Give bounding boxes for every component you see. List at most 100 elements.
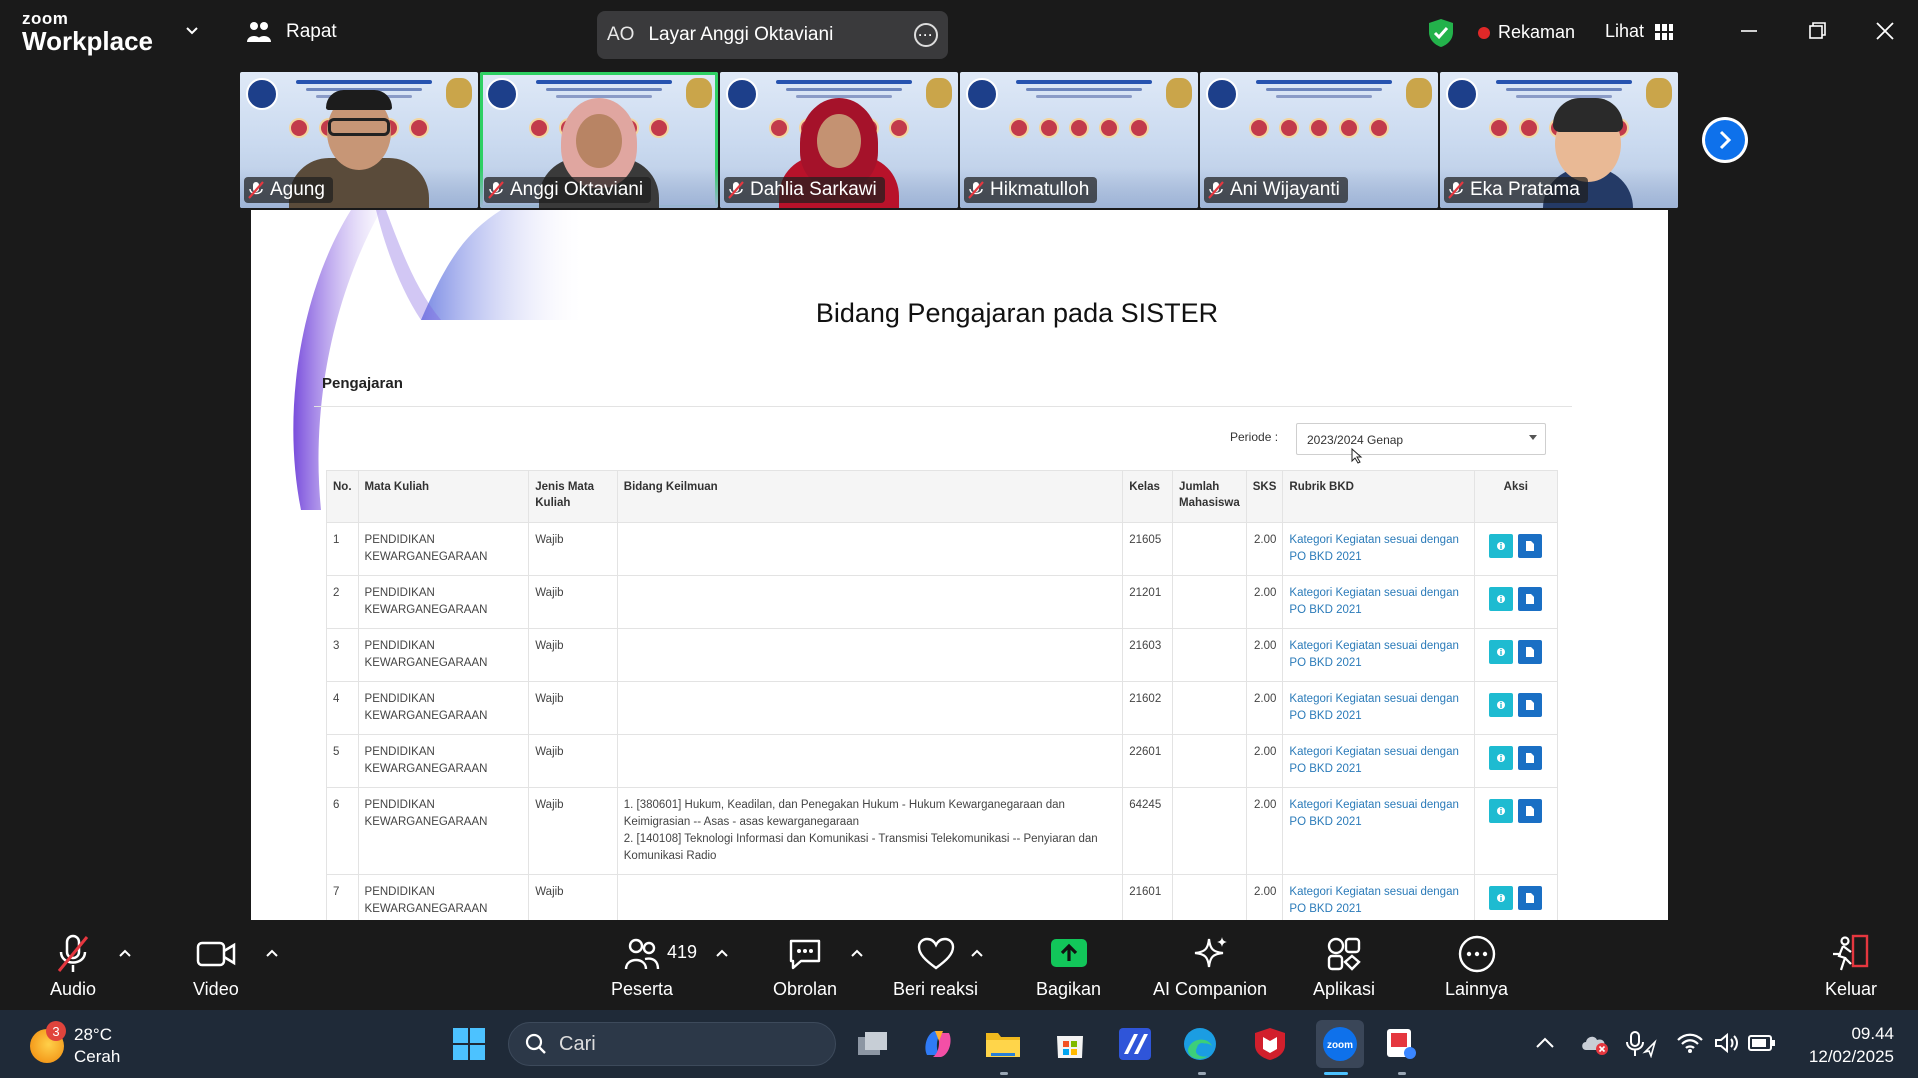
leave-button[interactable]: Keluar [1825,934,1877,1000]
more-options-icon[interactable]: ··· [914,23,938,47]
show-hidden-icons-chevron-icon[interactable] [1535,1036,1555,1050]
ai-companion-button[interactable]: AI Companion [1153,934,1267,1000]
meeting-info-button[interactable]: Rapat [246,20,337,44]
cell-rubrik[interactable]: Kategori Kegiatan sesuai dengan PO BKD 2… [1282,681,1475,735]
participants-icon [624,938,660,970]
cell-rubrik[interactable]: Kategori Kegiatan sesuai dengan PO BKD 2… [1282,628,1475,682]
cell-rubrik[interactable]: Kategori Kegiatan sesuai dengan PO BKD 2… [1282,734,1475,788]
microphone-location-icon[interactable] [1625,1030,1657,1058]
audio-button[interactable]: Audio [50,934,96,1000]
cell-jenis: Wajib [528,787,618,875]
react-button[interactable]: Beri reaksi [893,934,978,1000]
minimize-icon[interactable] [1734,16,1764,46]
zoom-logo[interactable]: zoom Workplace [22,10,153,54]
document-button[interactable] [1518,693,1543,717]
cell-rubrik[interactable]: Kategori Kegiatan sesuai dengan PO BKD 2… [1282,787,1475,875]
recording-dot-icon [1478,26,1490,39]
cell-rubrik[interactable]: Kategori Kegiatan sesuai dengan PO BKD 2… [1282,874,1475,920]
view-button[interactable]: Lihat [1605,21,1674,42]
participant-tile[interactable]: Dahlia Sarkawi [720,72,958,208]
folder-icon [986,1033,1020,1057]
detail-button[interactable] [1489,534,1514,558]
grid-view-icon [1655,23,1674,40]
close-icon[interactable] [1870,16,1900,46]
document-button[interactable] [1518,799,1543,823]
system-clock[interactable]: 09.44 12/02/2025 [1809,1022,1894,1068]
zoom-app-active[interactable]: zoom [1316,1020,1364,1068]
participant-tile-active[interactable]: Anggi Oktaviani [480,72,718,208]
cell-rubrik[interactable]: Kategori Kegiatan sesuai dengan PO BKD 2… [1282,575,1475,629]
periode-select[interactable]: 2023/2024 Genap [1296,423,1546,455]
table-row: 4 PENDIDIKAN KEWARGANEGARAAN Wajib 21602 2.0… [326,681,1559,735]
cell-aksi [1473,628,1559,682]
table-row: 3 PENDIDIKAN KEWARGANEGARAAN Wajib 21603 2.0… [326,628,1559,682]
participant-tile[interactable]: Eka Pratama [1440,72,1678,208]
share-button[interactable]: Bagikan [1036,934,1101,1000]
mcafee-app[interactable] [1250,1024,1290,1064]
participant-tile[interactable]: Hikmatulloh [960,72,1198,208]
decorative-swirl [293,210,581,510]
detail-button[interactable] [1489,693,1514,717]
detail-button[interactable] [1489,640,1514,664]
recording-indicator[interactable]: Rekaman [1478,22,1575,43]
video-options-chevron-icon[interactable] [266,948,278,958]
restore-icon[interactable] [1802,16,1832,46]
participant-strip: Agung Anggi Oktaviani Dahlia Sarkawi Hik… [240,72,1680,208]
copilot-app[interactable] [918,1024,958,1064]
document-button[interactable] [1518,886,1543,910]
document-button[interactable] [1518,640,1543,664]
participants-options-chevron-icon[interactable] [716,948,728,958]
cell-sks: 2.00 [1245,628,1284,682]
document-button[interactable] [1518,746,1543,770]
zoom-icon: zoom [1323,1027,1357,1061]
task-view-button[interactable] [853,1024,893,1064]
onedrive-error-icon[interactable] [1580,1032,1610,1056]
info-icon [1497,542,1506,550]
file-explorer-app[interactable] [983,1024,1023,1064]
weather-widget[interactable]: 3 28°C Cerah [30,1021,120,1068]
pinned-app[interactable] [1115,1024,1155,1064]
participant-name-tag: Anggi Oktaviani [484,177,652,203]
detail-button[interactable] [1489,886,1514,910]
edge-browser[interactable] [1180,1024,1220,1064]
screen-share-indicator[interactable]: AO Layar Anggi Oktaviani ··· [597,11,948,59]
taskbar-search[interactable]: Cari [508,1022,836,1066]
volume-icon[interactable] [1714,1032,1740,1054]
encryption-shield-icon[interactable] [1428,18,1454,48]
cell-mata-kuliah: PENDIDIKAN KEWARGANEGARAAN [357,681,530,735]
chevron-down-icon[interactable] [184,22,200,38]
wifi-icon[interactable] [1677,1032,1703,1054]
col-jenis: Jenis Mata Kuliah [528,470,618,523]
cell-bidang [616,681,1124,735]
react-options-chevron-icon[interactable] [971,948,983,958]
slide-title: Bidang Pengajaran pada SISTER [815,298,1219,328]
battery-icon[interactable] [1748,1034,1776,1052]
detail-button[interactable] [1489,799,1514,823]
video-button[interactable]: Video [193,934,239,1000]
cell-rubrik[interactable]: Kategori Kegiatan sesuai dengan PO BKD 2… [1282,522,1475,576]
document-button[interactable] [1518,534,1543,558]
dropdown-caret-icon [1529,435,1537,440]
detail-button[interactable] [1489,746,1514,770]
apps-button[interactable]: Aplikasi [1313,934,1375,1000]
document-icon [1526,893,1535,903]
cell-mata-kuliah: PENDIDIKAN KEWARGANEGARAAN [357,734,530,788]
participants-button[interactable]: Peserta [611,934,673,1000]
cell-bidang [616,522,1124,576]
cell-jenis: Wajib [528,681,618,735]
chat-button[interactable]: Obrolan [773,934,837,1000]
cell-kelas: 21601 [1122,874,1174,920]
next-participants-button[interactable] [1702,117,1748,163]
chat-options-chevron-icon[interactable] [851,948,863,958]
start-button[interactable] [449,1024,489,1064]
participant-tile[interactable]: Agung [240,72,478,208]
audio-options-chevron-icon[interactable] [119,948,131,958]
store-app[interactable] [1050,1024,1090,1064]
table-row: 1 PENDIDIKAN KEWARGANEGARAAN Wajib 21605 2.0… [326,522,1559,576]
more-button[interactable]: Lainnya [1445,934,1508,1000]
cell-sks: 2.00 [1245,787,1284,875]
snipping-tool-app[interactable] [1381,1024,1421,1064]
detail-button[interactable] [1489,587,1514,611]
participant-tile[interactable]: Ani Wijayanti [1200,72,1438,208]
document-button[interactable] [1518,587,1543,611]
